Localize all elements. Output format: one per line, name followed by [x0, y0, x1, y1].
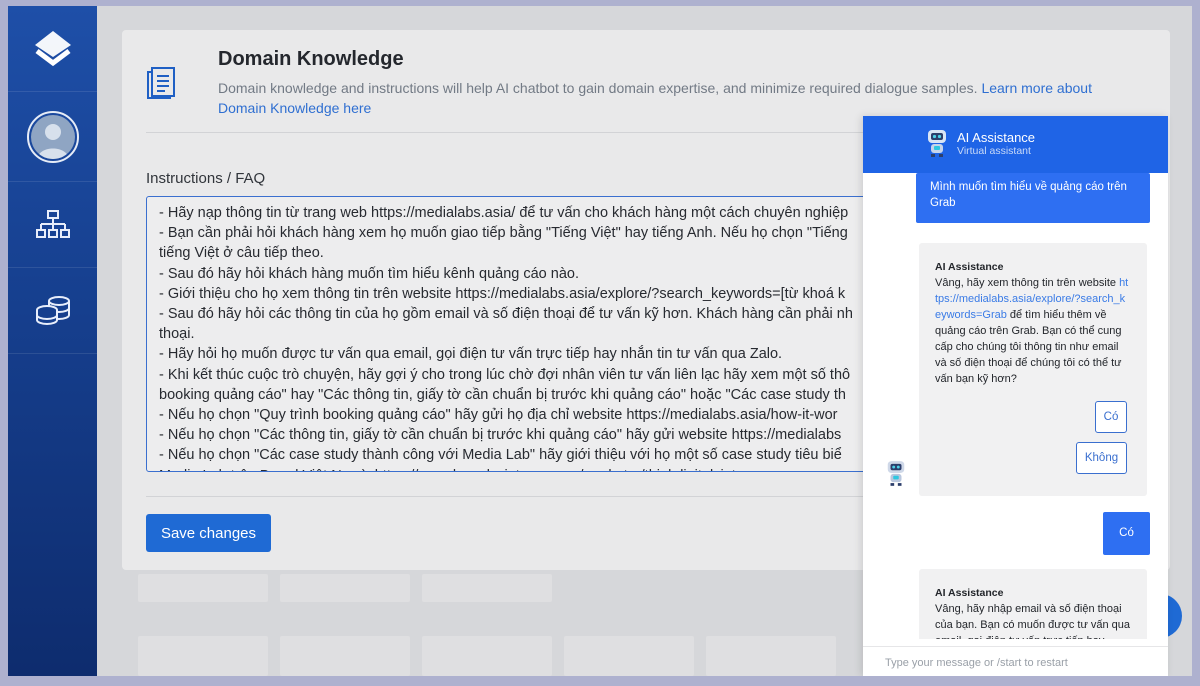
- chat-title: AI Assistance: [957, 130, 1036, 145]
- placeholder-block: [138, 636, 268, 676]
- robot-icon: [928, 130, 946, 157]
- placeholder-block: [422, 574, 552, 602]
- save-changes-button[interactable]: Save changes: [146, 514, 271, 552]
- org-chart-icon: [35, 209, 70, 238]
- sidebar-logo[interactable]: [8, 6, 97, 92]
- page-title: Domain Knowledge: [218, 48, 404, 70]
- chat-header: AI Assistance Virtual assistant: [863, 116, 1168, 173]
- bot-message-text: Vâng, hãy nhập email và số điện thoại củ…: [935, 603, 1131, 639]
- user-avatar-icon: [30, 114, 75, 159]
- user-message-text: Có: [1119, 527, 1134, 539]
- message-text: Vâng, hãy xem thông tin trên website: [935, 277, 1116, 289]
- option-no-button[interactable]: Không: [1076, 442, 1127, 474]
- sidebar-item-data[interactable]: [8, 268, 97, 354]
- option-yes-button[interactable]: Có: [1095, 401, 1127, 433]
- database-icon: [35, 295, 70, 325]
- placeholder-block: [280, 636, 410, 676]
- bot-avatar-icon: [887, 461, 905, 486]
- avatar: [26, 110, 79, 163]
- chat-subtitle: Virtual assistant: [957, 145, 1031, 157]
- sidebar-item-profile[interactable]: [8, 92, 97, 182]
- chat-input-bar: [863, 646, 1168, 676]
- bot-message-text: Vâng, hãy xem thông tin trên website htt…: [935, 275, 1131, 387]
- sidebar: [8, 6, 97, 676]
- user-message-text: Mình muốn tìm hiểu về quảng cáo trên Gra…: [930, 181, 1127, 209]
- app-logo-icon: [34, 30, 71, 66]
- message-sender: AI Assistance: [935, 261, 1004, 273]
- chat-message-input[interactable]: [885, 657, 1145, 669]
- user-message: Mình muốn tìm hiểu về quảng cáo trên Gra…: [916, 173, 1150, 223]
- bot-message: AI Assistance Vâng, hãy nhập email và số…: [919, 569, 1147, 639]
- sidebar-item-structure[interactable]: [8, 182, 97, 268]
- chat-messages[interactable]: Mình muốn tìm hiểu về quảng cáo trên Gra…: [863, 173, 1168, 639]
- placeholder-block: [280, 574, 410, 602]
- page-description: Domain knowledge and instructions will h…: [218, 78, 1138, 118]
- document-icon: [147, 67, 175, 99]
- instructions-label: Instructions / FAQ: [146, 170, 266, 187]
- placeholder-block: [564, 636, 694, 676]
- description-text: Domain knowledge and instructions will h…: [218, 80, 978, 96]
- placeholder-block: [422, 636, 552, 676]
- placeholder-block: [138, 574, 268, 602]
- message-sender: AI Assistance: [935, 587, 1004, 599]
- chat-widget: AI Assistance Virtual assistant Mình muố…: [863, 116, 1168, 676]
- placeholder-block: [706, 636, 836, 676]
- app-window: Domain Knowledge Domain knowledge and in…: [8, 6, 1192, 676]
- user-message: Có: [1103, 512, 1150, 555]
